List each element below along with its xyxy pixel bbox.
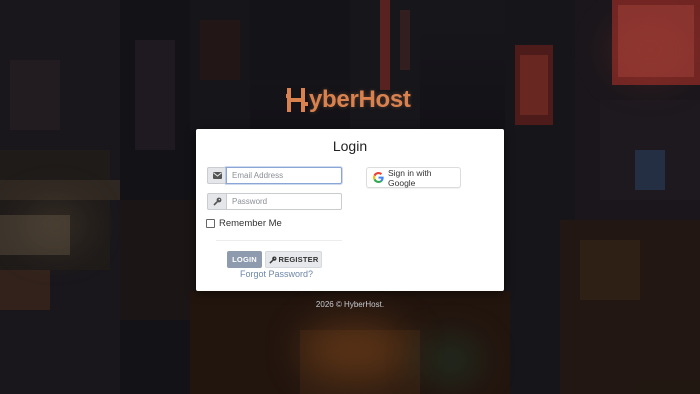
register-button[interactable]: REGISTER xyxy=(265,251,322,268)
remember-label: Remember Me xyxy=(219,218,282,229)
register-label: REGISTER xyxy=(278,255,319,264)
divider xyxy=(216,240,342,241)
remember-me[interactable]: Remember Me xyxy=(206,218,282,229)
password-input[interactable] xyxy=(226,193,342,210)
envelope-icon xyxy=(207,167,226,184)
login-button[interactable]: LOGIN xyxy=(227,251,262,268)
login-title: Login xyxy=(332,138,368,154)
key-icon xyxy=(268,256,277,264)
logo-mark-icon xyxy=(286,86,308,114)
login-card: Login Remember Me LOGIN REGISTER Forgot … xyxy=(196,129,504,291)
google-signin-button[interactable]: Sign in with Google xyxy=(366,167,461,188)
password-field xyxy=(207,193,342,210)
email-field xyxy=(207,167,342,184)
forgot-password-link[interactable]: Forgot Password? xyxy=(240,269,313,279)
google-icon xyxy=(373,172,384,183)
remember-checkbox[interactable] xyxy=(206,219,215,228)
key-icon xyxy=(207,193,226,210)
google-signin-label: Sign in with Google xyxy=(388,167,432,188)
brand-name: yberHost xyxy=(309,86,411,113)
footer-copyright: 2026 © HyberHost. xyxy=(315,300,385,309)
brand-logo: yberHost xyxy=(286,84,416,116)
email-input[interactable] xyxy=(226,167,342,184)
